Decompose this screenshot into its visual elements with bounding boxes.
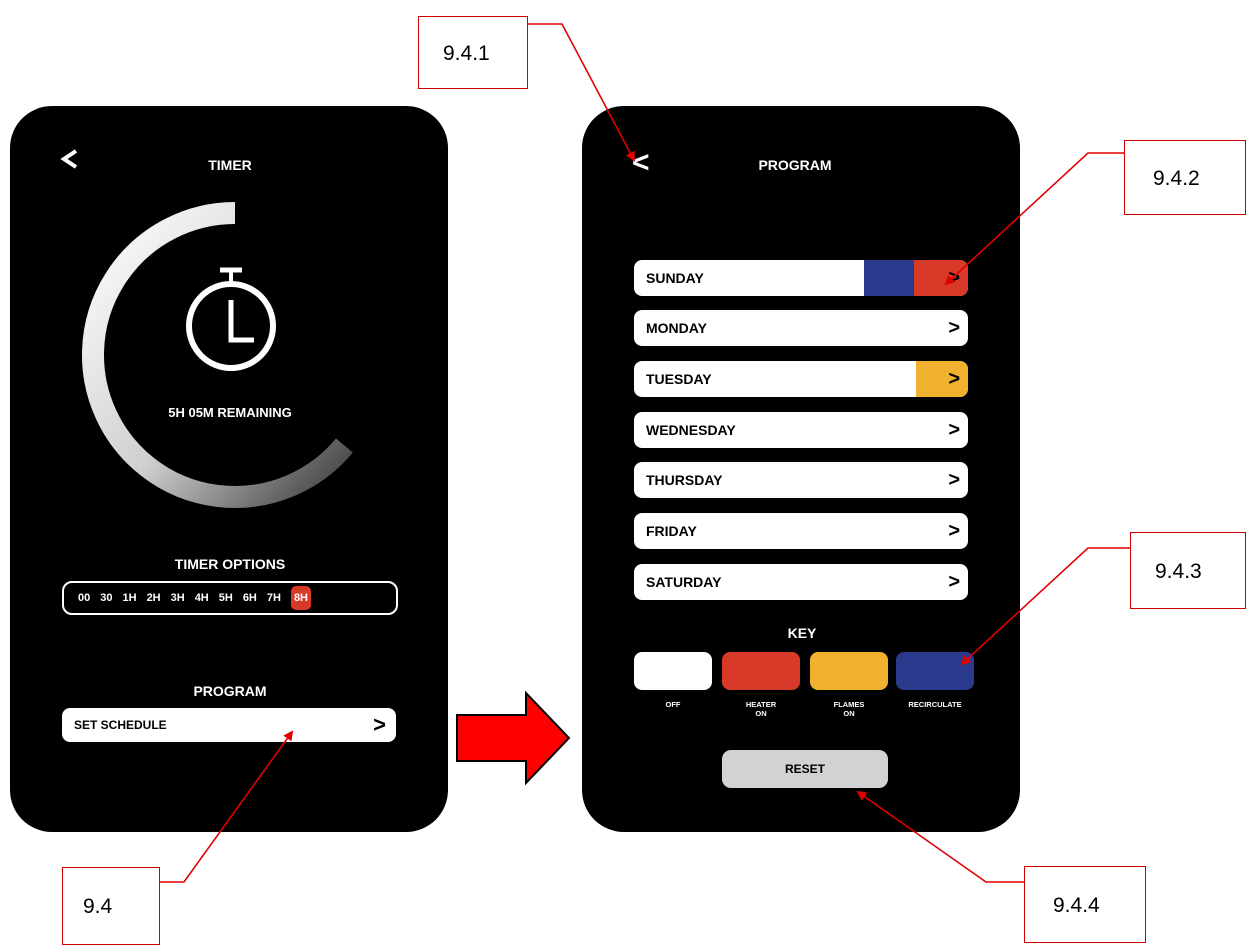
leader-9-4-3 bbox=[960, 547, 1130, 666]
leader-9-4 bbox=[160, 730, 294, 883]
leader-9-4-2 bbox=[944, 152, 1124, 286]
annotation-leaders bbox=[160, 23, 1130, 883]
leader-9-4-4 bbox=[856, 790, 1024, 883]
leader-9-4-1 bbox=[528, 23, 635, 162]
